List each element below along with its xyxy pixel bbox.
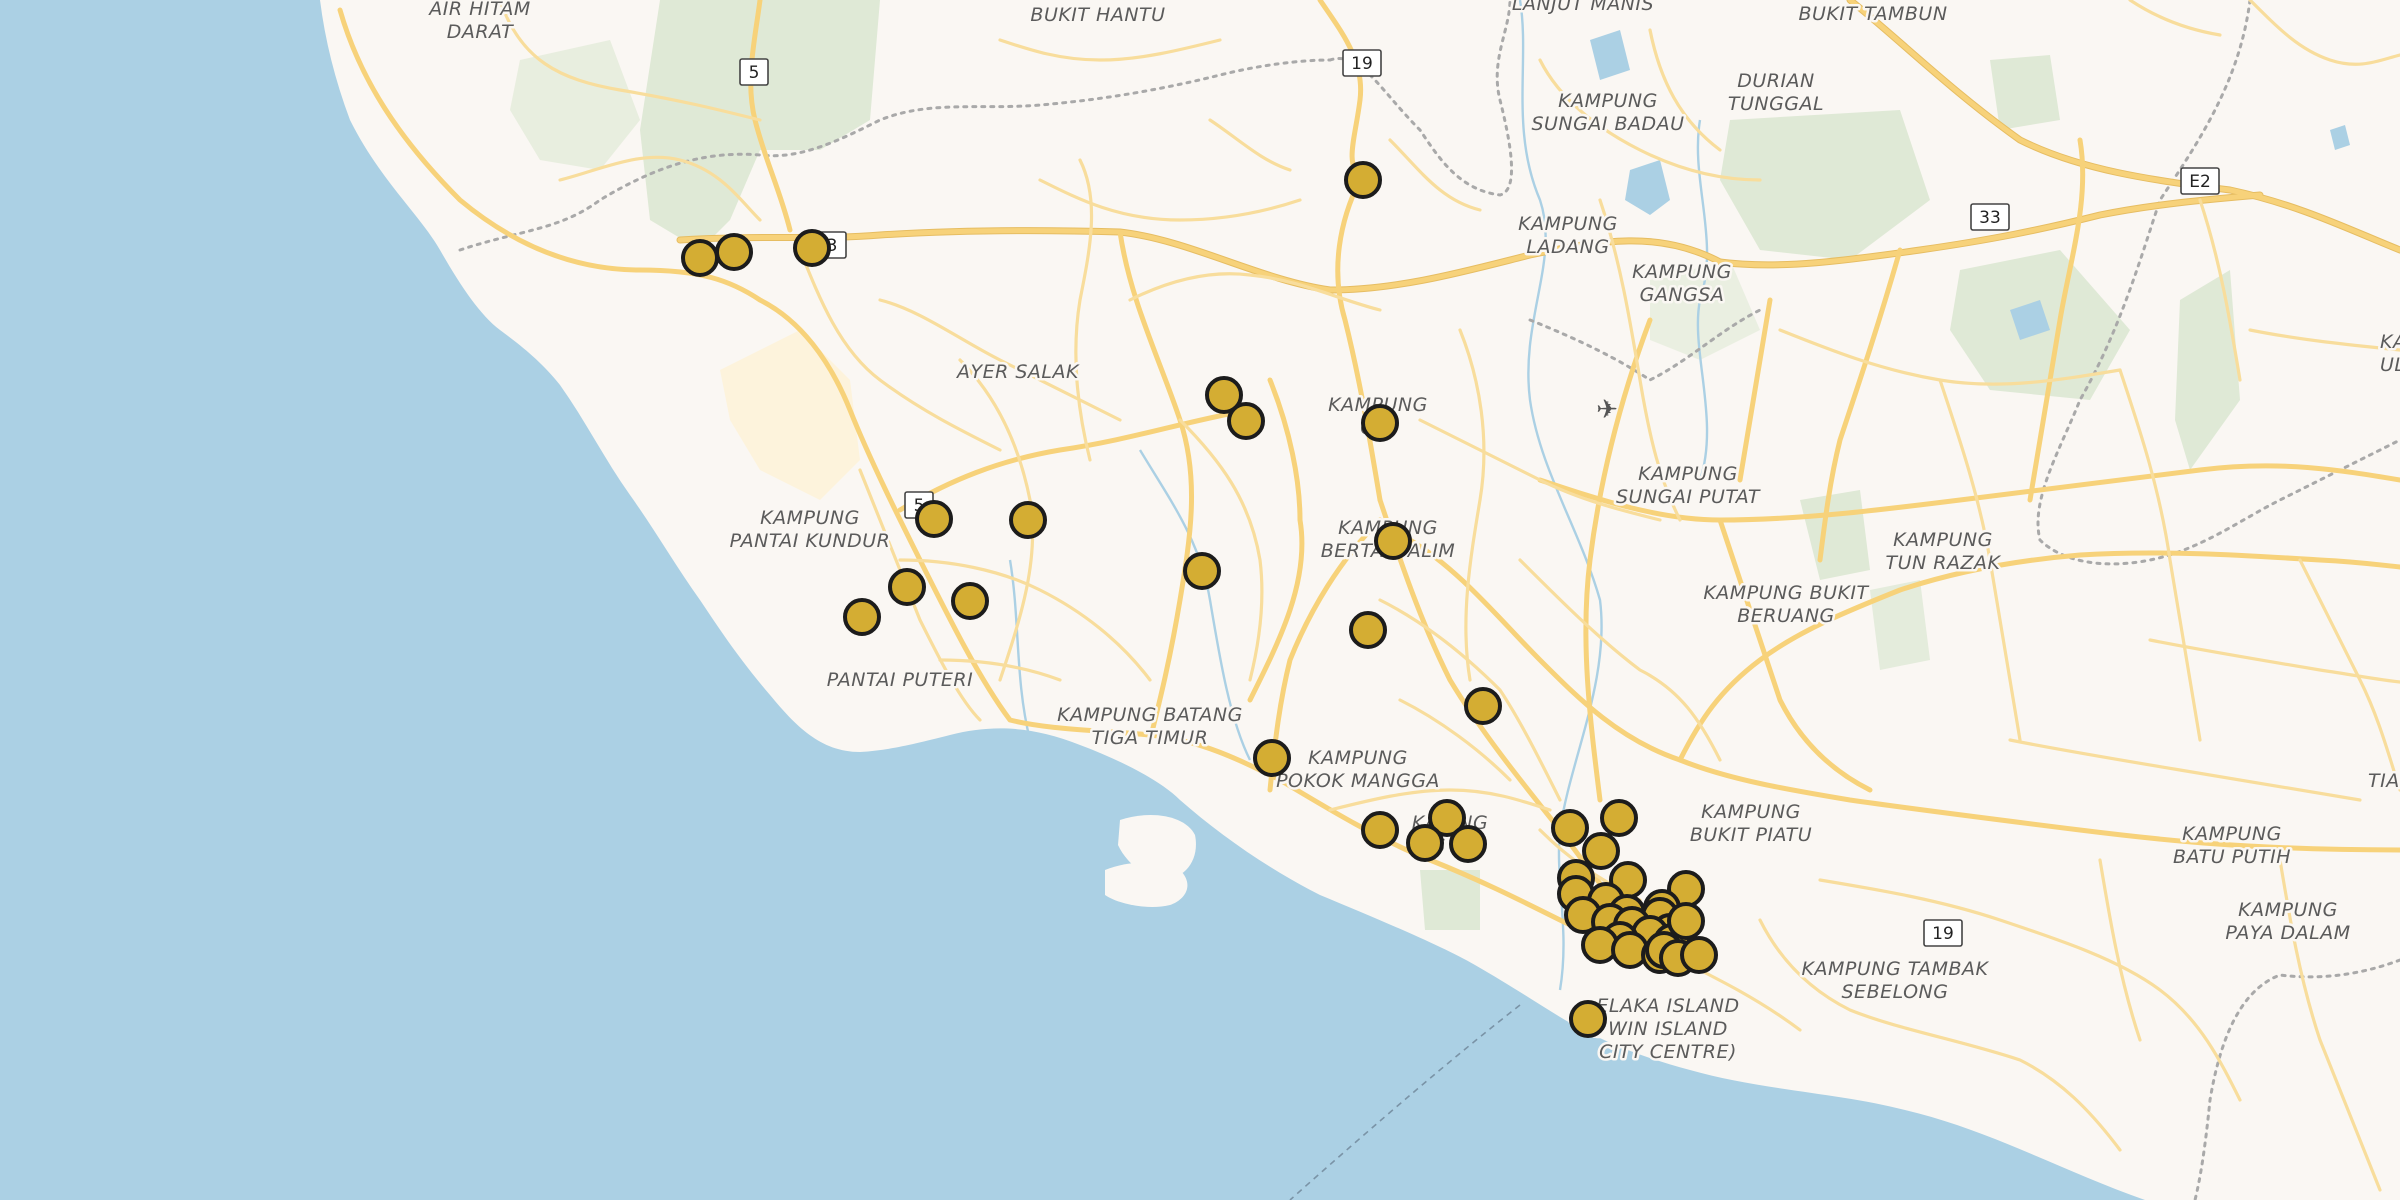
place-label-kampung-paya-dalam: KAMPUNG — [2238, 899, 2338, 921]
airplane-icon: ✈ — [1596, 395, 1618, 425]
place-label-lanjut-manis: LANJUT MANIS — [1512, 0, 1654, 15]
place-label-tiang-dua: TIANG D — [2368, 770, 2400, 792]
place-label-melaka-island: ELAKA ISLAND — [1596, 995, 1739, 1017]
place-label-durian-tunggal: DURIAN — [1737, 70, 1815, 92]
place-label-pantai-puteri: PANTAI PUTERI — [827, 669, 974, 691]
map-marker[interactable] — [1344, 161, 1382, 199]
map-marker[interactable] — [1582, 832, 1620, 870]
place-label-kampung-bukit-beruang: BERUANG — [1737, 605, 1835, 627]
place-label-kampung-sungai-putat: SUNGAI PUTAT — [1616, 486, 1761, 508]
map-marker[interactable] — [1667, 902, 1705, 940]
place-label-kampung-bukit-piatu: BUKIT PIATU — [1690, 824, 1812, 846]
map-marker[interactable] — [715, 233, 753, 271]
map-canvas[interactable]: AIR HITAMDARAT BUKIT HANTU LANJUT MANIS BUK… — [0, 0, 2400, 1200]
place-label-kampung-batu-putih: KAMPUNG — [2182, 823, 2282, 845]
route-shield-route-33-east: 33 — [1970, 203, 2010, 231]
map-marker[interactable] — [951, 582, 989, 620]
place-label-melaka-island: WIN ISLAND — [1608, 1018, 1728, 1040]
route-shield-route-19-south: 19 — [1923, 919, 1963, 947]
place-label-bukit-hantu: BUKIT HANTU — [1030, 4, 1165, 26]
place-label-kampung-batang-tiga-timur: KAMPUNG BATANG — [1057, 704, 1243, 726]
route-shield-label: 19 — [1351, 54, 1373, 74]
map-marker[interactable] — [1183, 552, 1221, 590]
map-marker[interactable] — [1449, 825, 1487, 863]
map-marker[interactable] — [681, 239, 719, 277]
route-shield-label: 19 — [1932, 924, 1954, 944]
place-label-kampung-gangsa: GANGSA — [1640, 284, 1725, 306]
route-shield-label: 5 — [749, 63, 760, 83]
map-marker[interactable] — [1374, 522, 1412, 560]
map-marker[interactable] — [1361, 404, 1399, 442]
route-shield-route-e2: E2 — [2180, 167, 2220, 195]
map-marker[interactable] — [1569, 1000, 1607, 1038]
place-label-kampung-tambak-sebelong: KAMPUNG TAMBAK — [1802, 958, 1990, 980]
place-label-air-hitam-darat: AIR HITAM — [427, 0, 531, 20]
map-icons: ✈ — [1596, 395, 1618, 425]
map-marker[interactable] — [843, 598, 881, 636]
map-marker[interactable] — [793, 229, 831, 267]
place-label-melaka-island: CITY CENTRE) — [1599, 1041, 1737, 1063]
place-label-kampung-pokok-mangga: POKOK MANGGA — [1276, 770, 1440, 792]
map-marker[interactable] — [1680, 936, 1718, 974]
map-marker[interactable] — [1406, 824, 1444, 862]
place-label-kampung-bukit-piatu: KAMPUNG — [1701, 801, 1801, 823]
route-shield-label: E2 — [2189, 172, 2211, 192]
place-label-kampung-pantai-kundur: PANTAI KUNDUR — [730, 530, 891, 552]
place-label-kampung-tun-razak: TUN RAZAK — [1886, 552, 2002, 574]
place-label-durian-tunggal: TUNGGAL — [1728, 93, 1824, 115]
place-label-kampung-bukit-beruang: KAMPUNG BUKIT — [1703, 582, 1869, 604]
place-label-kampung-gangsa: KAMPUNG — [1632, 261, 1732, 283]
place-label-kampung-batang-tiga-timur: TIGA TIMUR — [1092, 727, 1209, 749]
place-label-kampung-batu-putih: BATU PUTIH — [2173, 846, 2291, 868]
place-label-kampung-tun-razak: KAMPUNG — [1893, 529, 1993, 551]
map-marker[interactable] — [1600, 799, 1638, 837]
map-marker[interactable] — [1009, 501, 1047, 539]
place-label-ayer-salak: AYER SALAK — [955, 361, 1080, 383]
map-marker[interactable] — [1349, 611, 1387, 649]
map-marker[interactable] — [888, 568, 926, 606]
place-label-kampung-ladang: LADANG — [1526, 236, 1609, 258]
place-label-kampung-sungai-badau: KAMPUNG — [1558, 90, 1658, 112]
place-label-kampung-pokok-mangga: KAMPUNG — [1308, 747, 1408, 769]
route-shield-route-19-north: 19 — [1342, 49, 1382, 77]
place-label-kampung-paya-dalam: PAYA DALAM — [2225, 922, 2350, 944]
place-label-air-hitam-darat: DARAT — [447, 21, 514, 43]
map-marker[interactable] — [1464, 687, 1502, 725]
place-label-kampung-sungai-putat: KAMPUNG — [1638, 463, 1738, 485]
map-view[interactable]: AIR HITAM DARAT BUKIT HANTU LANJUT MANIS BUK… — [0, 0, 2400, 1200]
map-marker[interactable] — [915, 500, 953, 538]
place-label-kampung-ulu: KA — [2380, 331, 2400, 353]
map-marker[interactable] — [1361, 811, 1399, 849]
place-label-bukit-tambun: BUKIT TAMBUN — [1798, 3, 1947, 25]
place-label-kampung-pantai-kundur: KAMPUNG — [760, 507, 860, 529]
map-marker[interactable] — [1227, 402, 1265, 440]
route-shield-route-5-north: 5 — [739, 58, 769, 86]
place-label-kampung-sungai-badau: SUNGAI BADAU — [1531, 113, 1684, 135]
route-shield-label: 33 — [1979, 208, 2001, 228]
place-label-kampung-ladang: KAMPUNG — [1518, 213, 1618, 235]
map-marker[interactable] — [1253, 739, 1291, 777]
place-label-kampung-tambak-sebelong: SEBELONG — [1842, 981, 1949, 1003]
place-label-kampung-ulu: ULU — [2380, 354, 2400, 376]
map-marker[interactable] — [1551, 809, 1589, 847]
